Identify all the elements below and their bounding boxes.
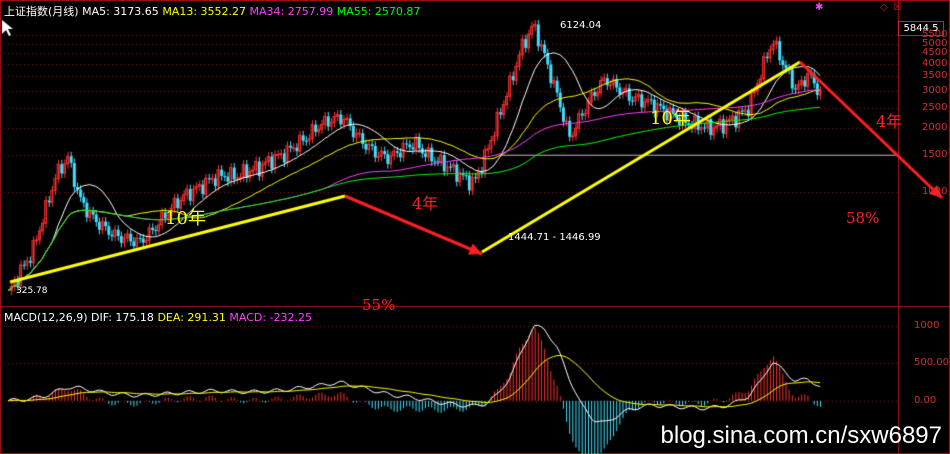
watermark: blog.sina.com.cn/sxw6897	[660, 422, 942, 449]
second-drop-label: 4年	[876, 112, 903, 131]
trough-label: 1444.71 - 1446.99	[508, 232, 601, 243]
macd-tick-label: 1000	[914, 319, 940, 331]
dea-value: DEA: 291.31	[157, 311, 226, 324]
ma55-value: MA55: 2570.87	[336, 5, 421, 18]
price-tick-label: 3500	[922, 70, 948, 82]
start-label: 325.78	[16, 286, 48, 296]
macd-header: MACD(12,26,9) DIF: 175.18 DEA: 291.31 MA…	[4, 311, 312, 324]
price-tick-label: 2000	[922, 122, 948, 134]
chart-header: 上证指数(月线) MA5: 3173.65 MA13: 3552.27 MA34…	[4, 3, 420, 19]
first-trend-label: 10年	[165, 208, 206, 229]
second-trend-label: 10年	[650, 108, 691, 129]
price-tick-label: 3000	[922, 84, 948, 96]
first-drop-label: 4年	[412, 194, 439, 213]
dif-value: DIF: 175.18	[91, 311, 154, 324]
price-tick-label: 4500	[922, 47, 948, 59]
ma34-value: MA34: 2757.99	[249, 5, 334, 18]
second-drop-pct: 58%	[846, 209, 880, 227]
macd-params: MACD(12,26,9)	[4, 311, 88, 324]
restore-icon[interactable]: ◇	[880, 2, 888, 13]
price-tick-label: 2500	[922, 101, 948, 113]
price-chart-canvas[interactable]	[0, 0, 950, 454]
peak-label: 6124.04	[560, 20, 602, 31]
macd-value: MACD: -232.25	[229, 311, 313, 324]
price-tick-label: 1000	[922, 185, 948, 197]
price-tick-label: 1500	[922, 148, 948, 160]
price-tick-label: 4000	[922, 58, 948, 70]
ma5-value: MA5: 3173.65	[82, 5, 159, 18]
marker-icon: ✱	[815, 2, 824, 13]
close-icon[interactable]: ☒	[893, 2, 902, 13]
macd-tick-label: 500.00	[914, 357, 949, 369]
first-drop-pct: 55%	[362, 296, 396, 314]
macd-tick-label: 0.00	[914, 394, 937, 406]
index-title: 上证指数(月线)	[4, 5, 79, 18]
ma13-value: MA13: 3552.27	[162, 5, 247, 18]
